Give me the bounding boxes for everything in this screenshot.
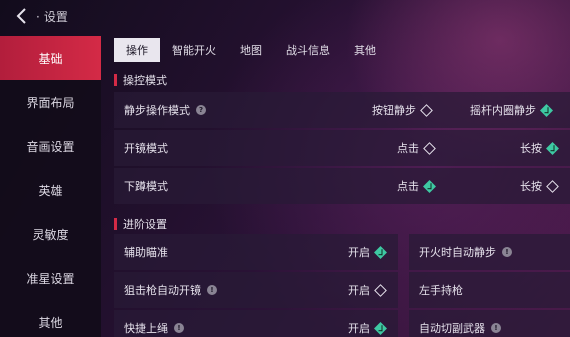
diamond-unchecked-icon	[423, 141, 436, 155]
row-label: 狙击枪自动开镜 !	[124, 282, 217, 298]
info-icon[interactable]: !	[174, 323, 184, 333]
section-title-control: 操控模式	[114, 72, 167, 88]
row-label: 自动切副武器 !	[419, 320, 501, 336]
option-button-quiet-step[interactable]: 按钮静步	[372, 102, 433, 118]
tab-operation[interactable]: 操作	[114, 38, 160, 62]
sidebar-item-layout[interactable]: 界面布局	[0, 80, 101, 124]
sidebar-item-audio-video[interactable]: 音画设置	[0, 124, 101, 168]
diamond-check-icon	[546, 141, 559, 155]
toggle-aim-assist[interactable]: 开启	[348, 244, 387, 260]
sidebar-item-other[interactable]: 其他	[0, 300, 101, 337]
sidebar-item-crosshair[interactable]: 准星设置	[0, 256, 101, 300]
tab-smart-fire[interactable]: 智能开火	[160, 38, 228, 62]
row-left-hand[interactable]: 左手持枪	[409, 272, 570, 308]
row-label: 开镜模式	[124, 142, 168, 155]
back-arrow-icon[interactable]	[12, 6, 32, 26]
section-accent-bar	[114, 74, 117, 86]
section-title-advanced: 进阶设置	[114, 216, 167, 232]
page-title: · 设置	[36, 9, 68, 24]
toggle-sniper-scope[interactable]: 开启	[348, 282, 387, 298]
sidebar-item-sensitivity[interactable]: 灵敏度	[0, 212, 101, 256]
row-quiet-step: 静步操作模式 ? 按钮静步 摇杆内圈静步	[114, 92, 570, 128]
row-quick-rope: 快捷上绳 ! 开启	[114, 310, 398, 337]
option-crouch-hold[interactable]: 长按	[520, 178, 559, 194]
option-joystick-quiet-step[interactable]: 摇杆内圈静步	[470, 102, 553, 118]
option-scope-hold[interactable]: 长按	[520, 140, 559, 156]
sidebar-item-basic[interactable]: 基础	[0, 36, 101, 80]
section-accent-bar	[114, 218, 117, 230]
diamond-check-icon	[540, 103, 553, 117]
info-icon[interactable]: ?	[196, 105, 206, 115]
row-aim-assist: 辅助瞄准 开启	[114, 234, 398, 270]
diamond-check-icon	[423, 179, 436, 193]
row-label: 静步操作模式 ?	[124, 102, 206, 118]
row-label: 下蹲模式	[124, 180, 168, 193]
option-scope-tap[interactable]: 点击	[397, 140, 436, 156]
tab-bar: 操作 智能开火 地图 战斗信息 其他	[114, 38, 388, 62]
row-auto-quiet-fire[interactable]: 开火时自动静步 !	[409, 234, 570, 270]
info-icon[interactable]: !	[491, 323, 501, 333]
row-auto-switch[interactable]: 自动切副武器 !	[409, 310, 570, 337]
sidebar-item-hero[interactable]: 英雄	[0, 168, 101, 212]
toggle-quick-rope[interactable]: 开启	[348, 320, 387, 336]
diamond-unchecked-icon	[374, 283, 387, 297]
tab-other[interactable]: 其他	[342, 38, 388, 62]
row-label: 辅助瞄准	[124, 246, 168, 259]
diamond-check-icon	[374, 321, 387, 335]
sidebar: 基础 界面布局 音画设置 英雄 灵敏度 准星设置 其他	[0, 36, 101, 337]
diamond-unchecked-icon	[420, 103, 433, 117]
diamond-check-icon	[374, 245, 387, 259]
row-scope-mode: 开镜模式 点击 长按	[114, 130, 570, 166]
row-label: 开火时自动静步 !	[419, 244, 512, 260]
top-bar: · 设置	[0, 0, 570, 32]
row-sniper-scope: 狙击枪自动开镜 ! 开启	[114, 272, 398, 308]
tab-map[interactable]: 地图	[228, 38, 274, 62]
tab-combat-info[interactable]: 战斗信息	[274, 38, 342, 62]
row-label: 快捷上绳 !	[124, 320, 184, 336]
option-crouch-tap[interactable]: 点击	[397, 178, 436, 194]
info-icon[interactable]: !	[502, 247, 512, 257]
info-icon[interactable]: !	[207, 285, 217, 295]
row-label: 左手持枪	[419, 284, 463, 297]
diamond-unchecked-icon	[546, 179, 559, 193]
row-crouch-mode: 下蹲模式 点击 长按	[114, 168, 570, 204]
